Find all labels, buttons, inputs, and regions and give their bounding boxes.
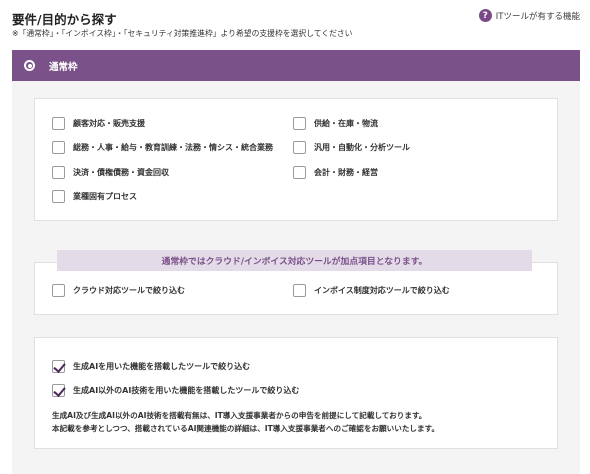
cloud-filter-label: クラウド対応ツールで絞り込む: [73, 286, 185, 295]
page-title: 要件/目的から探す: [12, 12, 117, 27]
ai-note-line1: 生成AI及び生成AI以外のAI技術を搭載有無は、IT導入支援事業者からの申告を前…: [52, 411, 427, 420]
tab-normal-frame[interactable]: 通常枠: [12, 50, 580, 81]
cloud-filter-option[interactable]: クラウド対応ツールで絞り込む: [52, 284, 185, 297]
ai-note-line2: 本記載を参考としつつ、搭載されているAI関連機能の詳細は、IT導入支援事業者への…: [52, 424, 440, 433]
category-label: 決済・債権債務・資金回収: [73, 168, 169, 177]
category-option[interactable]: 総務・人事・給与・教育訓練・法務・情シス・統合業務: [52, 141, 273, 154]
category-label: 供給・在庫・物流: [314, 119, 378, 128]
category-option[interactable]: 顧客対応・販売支援: [52, 117, 145, 130]
other-ai-filter-option[interactable]: 生成AI以外のAI技術を用いた機能を搭載したツールで絞り込む: [52, 384, 299, 397]
category-label: 汎用・自動化・分析ツール: [314, 143, 410, 152]
checkbox[interactable]: [293, 141, 306, 154]
cloud-invoice-banner: 通常枠ではクラウド/インボイス対応ツールが加点項目となります。: [57, 250, 532, 271]
checkbox[interactable]: [293, 117, 306, 130]
category-option[interactable]: 業種固有プロセス: [52, 190, 137, 203]
invoice-filter-option[interactable]: インボイス制度対応ツールで絞り込む: [293, 284, 450, 297]
invoice-filter-label: インボイス制度対応ツールで絞り込む: [314, 286, 450, 295]
checkbox[interactable]: [52, 190, 65, 203]
tab-label: 通常枠: [49, 61, 78, 73]
checkbox-checked[interactable]: [52, 360, 65, 373]
category-label: 顧客対応・販売支援: [73, 119, 145, 128]
checkbox[interactable]: [293, 284, 306, 297]
checkbox[interactable]: [52, 166, 65, 179]
category-option[interactable]: 会計・財務・経営: [293, 166, 378, 179]
checkbox[interactable]: [52, 117, 65, 130]
other-ai-filter-label: 生成AI以外のAI技術を用いた機能を搭載したツールで絞り込む: [73, 386, 300, 395]
checkbox-checked[interactable]: [52, 384, 65, 397]
checkbox[interactable]: [293, 166, 306, 179]
category-label: 総務・人事・給与・教育訓練・法務・情シス・統合業務: [73, 143, 273, 152]
question-icon: ?: [478, 9, 492, 22]
category-option[interactable]: 汎用・自動化・分析ツール: [293, 141, 410, 154]
category-label: 業種固有プロセス: [73, 192, 137, 201]
page-subtitle: ※「通常枠」・「インボイス枠」・「セキュリティ対策推進枠」より希望の支援枠を選択…: [12, 29, 353, 38]
genai-filter-label: 生成AIを用いた機能を搭載したツールで絞り込む: [73, 362, 251, 371]
checkbox[interactable]: [52, 141, 65, 154]
radio-selected-icon[interactable]: [24, 60, 35, 71]
category-label: 会計・財務・経営: [314, 168, 378, 177]
category-option[interactable]: 供給・在庫・物流: [293, 117, 378, 130]
checkbox[interactable]: [52, 284, 65, 297]
help-link[interactable]: ? ITツールが有する機能: [478, 9, 580, 22]
category-option[interactable]: 決済・債権債務・資金回収: [52, 166, 169, 179]
genai-filter-option[interactable]: 生成AIを用いた機能を搭載したツールで絞り込む: [52, 360, 250, 373]
help-link-label: ITツールが有する機能: [495, 11, 580, 22]
